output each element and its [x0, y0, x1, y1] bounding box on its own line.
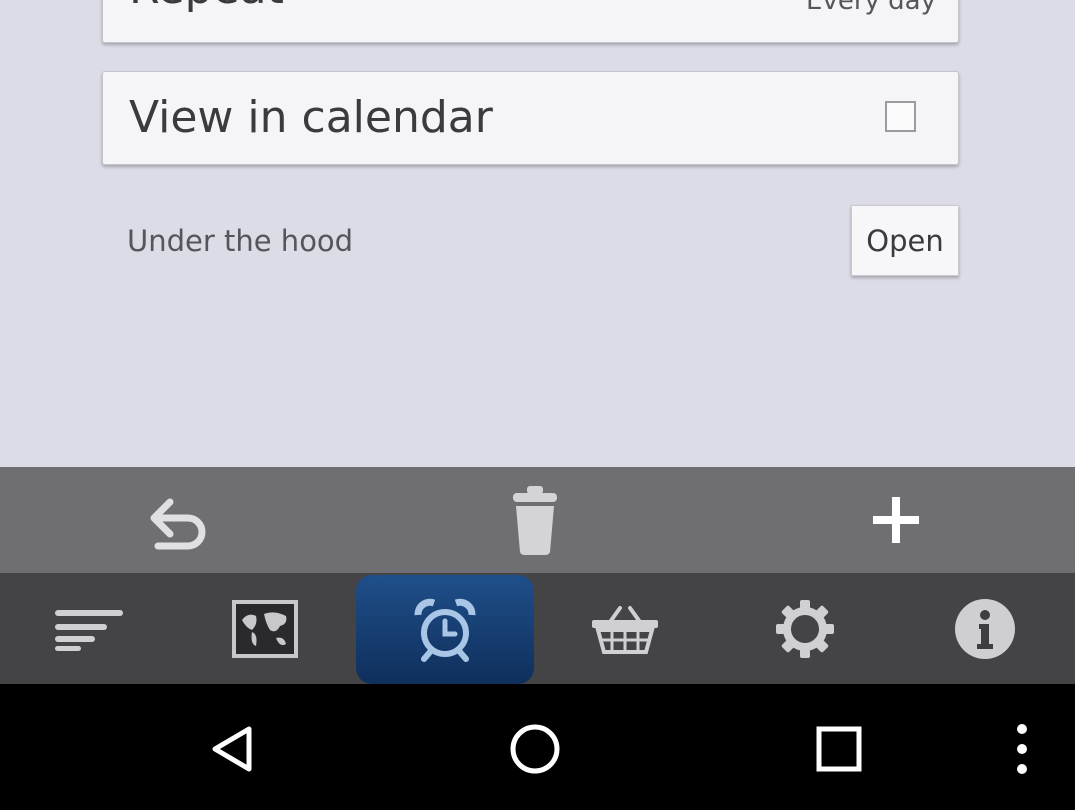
view-in-calendar-label: View in calendar: [129, 92, 493, 143]
home-button[interactable]: [485, 704, 585, 794]
gear-icon: [776, 599, 834, 658]
action-bar: [0, 467, 1075, 573]
alarm-clock-icon: [414, 598, 476, 662]
add-button[interactable]: [851, 477, 941, 563]
back-button[interactable]: [182, 704, 282, 794]
tab-shop[interactable]: [536, 573, 714, 684]
overflow-dots-icon: [1017, 724, 1027, 774]
settings-panel: Repeat Every day View in calendar Under …: [0, 0, 1075, 467]
recents-square-icon: [816, 726, 862, 772]
repeat-label: Repeat: [129, 0, 284, 14]
back-triangle-icon: [212, 726, 252, 772]
view-in-calendar-checkbox[interactable]: [885, 101, 916, 132]
undo-button[interactable]: [130, 477, 220, 563]
tab-menu[interactable]: [0, 573, 178, 684]
world-map-icon: [232, 599, 298, 658]
delete-button[interactable]: [490, 477, 580, 563]
tab-info[interactable]: [896, 573, 1074, 684]
repeat-value: Every day: [806, 0, 936, 16]
recents-button[interactable]: [789, 704, 889, 794]
trash-icon: [513, 486, 557, 555]
system-nav-bar: [0, 684, 1075, 810]
repeat-row[interactable]: Repeat Every day: [102, 0, 959, 43]
info-icon: [955, 598, 1015, 659]
undo-icon: [150, 498, 206, 550]
tab-world-clock[interactable]: [176, 573, 354, 684]
home-circle-icon: [510, 724, 560, 774]
tab-bar: [0, 573, 1075, 684]
plus-icon: [873, 497, 919, 543]
basket-icon: [592, 605, 658, 654]
view-in-calendar-row[interactable]: View in calendar: [102, 71, 959, 165]
tab-alarm[interactable]: [356, 575, 534, 684]
overflow-menu-button[interactable]: [972, 704, 1072, 794]
tab-settings[interactable]: [716, 573, 894, 684]
menu-lines-icon: [55, 609, 123, 651]
under-the-hood-label: Under the hood: [127, 224, 354, 258]
open-button[interactable]: Open: [851, 205, 959, 276]
